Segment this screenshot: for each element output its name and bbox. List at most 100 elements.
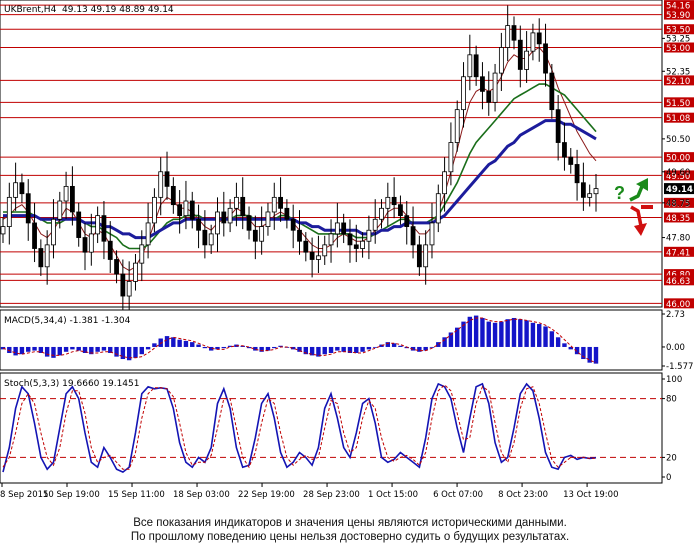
candle-body bbox=[435, 193, 441, 224]
candle-body bbox=[51, 218, 56, 246]
macd-bar bbox=[164, 336, 170, 347]
candle-body bbox=[107, 240, 113, 260]
macd-bar bbox=[549, 331, 555, 347]
macd-bar bbox=[13, 346, 18, 356]
macd-bar bbox=[473, 315, 479, 347]
candle-body bbox=[505, 25, 511, 48]
candle-body bbox=[38, 248, 44, 268]
macd-bar bbox=[360, 346, 365, 352]
macd-bar bbox=[101, 346, 107, 351]
candle-body bbox=[240, 196, 246, 217]
candle-body bbox=[265, 211, 271, 227]
candle-body bbox=[6, 196, 12, 227]
candle-body bbox=[278, 196, 283, 209]
macd-bar bbox=[555, 337, 561, 347]
stochastic-title: Stoch(5,3,3) 19.6660 19.1451 bbox=[4, 379, 139, 389]
stochastic-tick-label: 100 bbox=[666, 375, 682, 385]
candle-body bbox=[524, 50, 530, 70]
candle-body bbox=[498, 47, 504, 74]
macd-bar bbox=[171, 337, 176, 347]
candle-body bbox=[322, 244, 328, 257]
candle-body bbox=[227, 207, 233, 224]
macd-bar bbox=[190, 342, 195, 347]
macd-tick-label: -1.577 bbox=[666, 362, 693, 372]
time-tick-label: 18 Sep 03:00 bbox=[173, 490, 230, 500]
candle-body bbox=[88, 233, 94, 253]
candle-body bbox=[170, 185, 176, 206]
candle-body bbox=[423, 244, 429, 268]
macd-bar bbox=[328, 346, 334, 353]
candle-body bbox=[391, 196, 397, 206]
macd-bar bbox=[19, 346, 25, 355]
candle-body bbox=[568, 156, 574, 165]
candle-body bbox=[271, 196, 277, 213]
stochastic-tick-label: 0 bbox=[666, 473, 671, 483]
candle-body bbox=[44, 244, 50, 268]
price-tick-label: 53.25 bbox=[666, 34, 690, 44]
macd-bar bbox=[26, 346, 31, 352]
macd-bar bbox=[537, 324, 542, 347]
symbol-label: UKBrent,H4 bbox=[4, 5, 57, 15]
time-tick-label: 22 Sep 19:00 bbox=[238, 490, 295, 500]
candle-body bbox=[177, 204, 183, 217]
macd-bar bbox=[543, 326, 548, 347]
candle-body bbox=[57, 200, 63, 220]
candle-body bbox=[334, 222, 340, 235]
macd-bar bbox=[63, 346, 69, 352]
macd-bar bbox=[524, 320, 529, 347]
candle-body bbox=[95, 215, 101, 235]
candle-body bbox=[549, 72, 555, 111]
macd-bar bbox=[114, 346, 119, 357]
candle-body bbox=[101, 215, 107, 242]
candle-body bbox=[234, 196, 239, 209]
candle-body bbox=[341, 222, 347, 235]
macd-bar bbox=[51, 346, 56, 358]
level-label: 50.00 bbox=[666, 154, 690, 164]
price-tick-label: 52.35 bbox=[666, 67, 690, 77]
candle-body bbox=[0, 226, 6, 235]
candle-body bbox=[284, 207, 290, 220]
macd-bar bbox=[480, 317, 485, 347]
candle-body bbox=[183, 200, 189, 217]
trading-chart: 54.1653.9053.5053.0052.1051.5051.0850.00… bbox=[0, 0, 694, 500]
time-tick-label: 8 Sep 2015 bbox=[0, 490, 48, 500]
question-mark-icon: ? bbox=[614, 183, 625, 203]
disclaimer-line-2: По прошлому поведению цены нельзя достов… bbox=[130, 531, 570, 543]
price-tick-label: 50.50 bbox=[666, 135, 690, 145]
macd-bar bbox=[76, 346, 81, 351]
candle-body bbox=[580, 182, 586, 198]
candle-body bbox=[404, 215, 410, 227]
ohlc-readout: 49.13 49.19 48.89 49.14 bbox=[62, 5, 174, 15]
macd-bar bbox=[265, 346, 271, 351]
candle-body bbox=[416, 244, 422, 268]
candle-body bbox=[536, 32, 542, 45]
level-label: 48.35 bbox=[666, 214, 690, 224]
stochastic-panel: 100 80 20 0 Stoch(5,3,3) 19.6660 19.1451 bbox=[0, 372, 682, 484]
candle-body bbox=[410, 226, 416, 246]
candle-body bbox=[543, 43, 548, 74]
level-label: 51.08 bbox=[666, 114, 690, 124]
stochastic-tick-label: 80 bbox=[666, 395, 677, 405]
macd-bar bbox=[593, 346, 599, 364]
time-tick-label: 10 Sep 19:00 bbox=[43, 490, 100, 500]
candle-body bbox=[309, 251, 315, 260]
candle-body bbox=[492, 72, 498, 103]
candle-body bbox=[448, 142, 454, 173]
candle-body bbox=[303, 240, 309, 253]
macd-bar bbox=[44, 346, 50, 357]
macd-bar bbox=[391, 343, 397, 347]
stochastic-axis: 100 80 20 0 bbox=[662, 375, 682, 483]
time-tick-label: 6 Oct 07:00 bbox=[433, 490, 483, 500]
candle-body bbox=[189, 200, 195, 220]
macd-bar bbox=[530, 322, 536, 347]
candle-body bbox=[530, 32, 536, 52]
candle-body bbox=[82, 237, 88, 253]
time-tick-label: 15 Sep 11:00 bbox=[108, 490, 165, 500]
candle-body bbox=[574, 164, 580, 184]
candle-body bbox=[587, 193, 593, 198]
macd-panel: 2.73 0.00 -1.577 MACD(5,34,4) -1.381 -1.30… bbox=[0, 309, 693, 372]
candle-body bbox=[473, 54, 479, 78]
stochastic-panel-frame bbox=[0, 372, 663, 484]
time-tick-label: 28 Sep 23:00 bbox=[303, 490, 360, 500]
macd-tick-label: 2.73 bbox=[666, 310, 685, 320]
